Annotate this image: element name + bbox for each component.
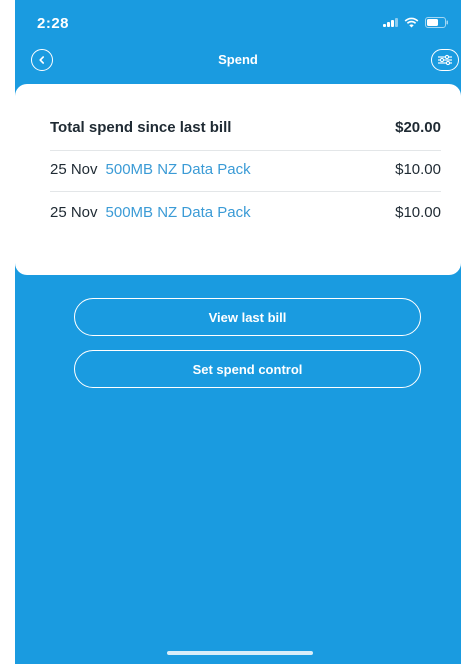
set-spend-control-button[interactable]: Set spend control bbox=[74, 350, 421, 388]
transaction-amount: $10.00 bbox=[395, 203, 441, 221]
spend-summary-card: Total spend since last bill $20.00 25 No… bbox=[15, 84, 461, 275]
signal-icon bbox=[383, 17, 398, 27]
total-spend-amount: $20.00 bbox=[395, 118, 441, 136]
total-spend-label: Total spend since last bill bbox=[50, 118, 232, 136]
view-last-bill-button[interactable]: View last bill bbox=[74, 298, 421, 336]
spend-screen: 2:28 Spend Total spend since last bill $… bbox=[15, 0, 461, 664]
battery-icon bbox=[425, 16, 449, 28]
divider bbox=[50, 191, 441, 192]
transaction-row: 25 Nov 500MB NZ Data Pack $10.00 bbox=[50, 158, 441, 180]
page-title: Spend bbox=[218, 52, 258, 67]
total-spend-row: Total spend since last bill $20.00 bbox=[50, 116, 441, 138]
status-bar: 2:28 bbox=[15, 0, 461, 40]
transaction-date: 25 Nov bbox=[50, 203, 98, 221]
divider bbox=[50, 150, 441, 151]
sliders-icon bbox=[438, 54, 452, 66]
wifi-icon bbox=[404, 17, 419, 28]
nav-bar: Spend bbox=[15, 46, 461, 74]
transaction-description-link[interactable]: 500MB NZ Data Pack bbox=[106, 161, 396, 178]
status-time: 2:28 bbox=[37, 15, 70, 32]
transaction-amount: $10.00 bbox=[395, 160, 441, 178]
home-indicator bbox=[167, 651, 313, 655]
transaction-row: 25 Nov 500MB NZ Data Pack $10.00 bbox=[50, 201, 441, 223]
spend-settings-button[interactable] bbox=[431, 49, 459, 71]
transaction-date: 25 Nov bbox=[50, 160, 98, 178]
transaction-description-link[interactable]: 500MB NZ Data Pack bbox=[106, 204, 396, 221]
status-icons bbox=[383, 16, 449, 28]
